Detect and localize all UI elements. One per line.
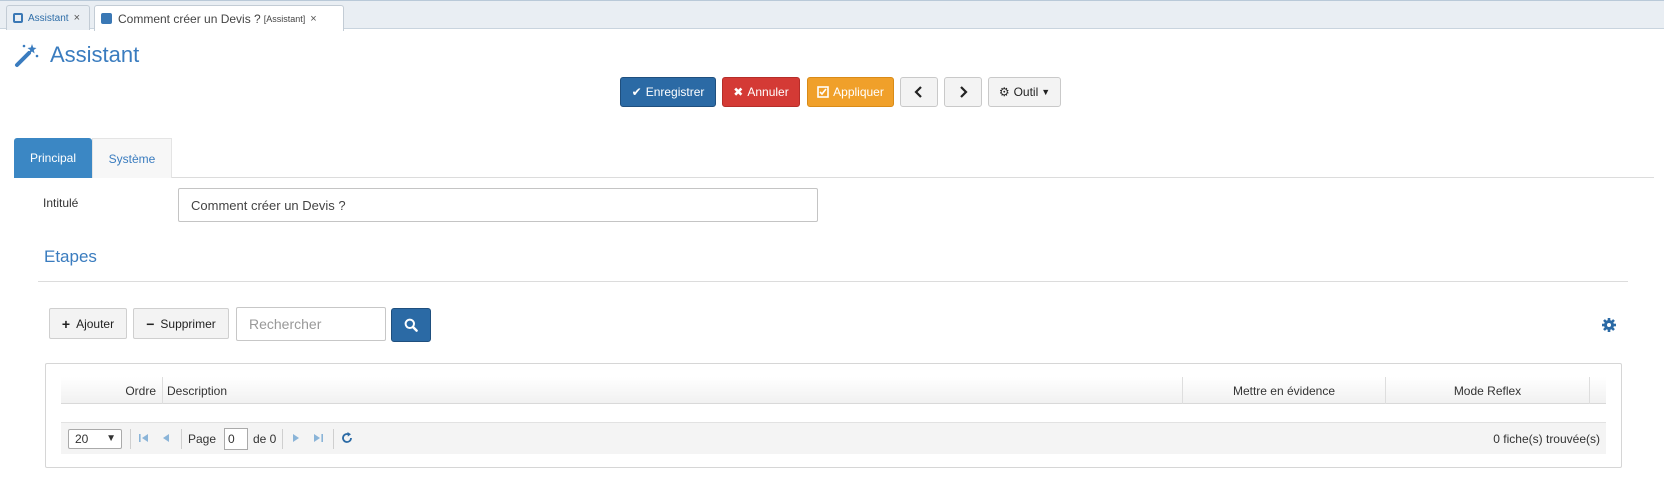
caret-down-icon: ▼ xyxy=(1041,87,1051,97)
chevron-down-icon: ▼ xyxy=(106,433,116,444)
search-icon xyxy=(404,318,418,332)
tool-label: Outil xyxy=(1013,85,1039,99)
tab-assistant-label: Assistant xyxy=(28,12,69,24)
steps-grid: Ordre Description Mettre en évidence Mod… xyxy=(45,363,1622,468)
content-tabs: Principal Système xyxy=(14,138,1654,178)
close-icon[interactable]: × xyxy=(74,12,80,24)
close-icon[interactable]: × xyxy=(310,13,316,25)
intitule-input[interactable]: Comment créer un Devis ? xyxy=(178,188,818,222)
intitule-label: Intitulé xyxy=(43,196,79,210)
page-size-value: 20 xyxy=(75,432,89,446)
tab-devis[interactable]: Comment créer un Devis ? [Assistant] × xyxy=(94,5,344,31)
form-icon xyxy=(13,13,23,23)
tab-devis-suffix: [Assistant] xyxy=(263,13,306,24)
plus-icon: + xyxy=(61,315,71,332)
add-label: Ajouter xyxy=(76,316,115,331)
tab-devis-label: Comment créer un Devis ? xyxy=(118,11,261,26)
save-label: Enregistrer xyxy=(645,85,705,99)
times-icon: ✖ xyxy=(733,85,744,99)
apply-button[interactable]: Appliquer xyxy=(807,77,894,107)
first-page-icon[interactable] xyxy=(137,431,151,445)
grid-settings-gear-icon[interactable] xyxy=(1601,317,1617,333)
pager-separator xyxy=(282,429,283,449)
next-button[interactable] xyxy=(944,77,982,107)
page-label: Page xyxy=(188,432,217,446)
previous-button[interactable] xyxy=(900,77,938,107)
cancel-button[interactable]: ✖ Annuler xyxy=(722,77,800,107)
search-input[interactable]: Rechercher xyxy=(236,307,386,341)
minus-icon: − xyxy=(146,315,155,332)
pager-separator xyxy=(181,429,182,449)
gear-icon xyxy=(1602,318,1616,332)
pager-separator xyxy=(130,429,131,449)
add-step-button[interactable]: + Ajouter xyxy=(49,308,127,339)
apply-icon xyxy=(817,86,829,98)
column-header-description[interactable]: Description xyxy=(163,377,1183,404)
cancel-label: Annuler xyxy=(747,85,789,99)
chevron-right-icon xyxy=(960,86,968,98)
check-icon: ✔ xyxy=(631,85,642,99)
delete-label: Supprimer xyxy=(160,316,216,331)
gear-icon: ⚙ xyxy=(998,85,1010,99)
previous-page-icon[interactable] xyxy=(159,431,173,445)
magic-wand-icon xyxy=(15,44,39,67)
pager-separator xyxy=(333,429,334,449)
search-button[interactable] xyxy=(391,308,431,342)
window-tab-strip: Assistant × Comment créer un Devis ? [As… xyxy=(0,0,1664,31)
grid-pager: 20 ▼ Page 0 de 0 0 fiche(s) trouvée(s) xyxy=(61,422,1606,454)
tool-dropdown-button[interactable]: ⚙ Outil ▼ xyxy=(988,77,1061,107)
column-header-highlight[interactable]: Mettre en évidence xyxy=(1183,377,1386,404)
save-button[interactable]: ✔ Enregistrer xyxy=(620,77,716,107)
page-title: Assistant xyxy=(14,42,139,68)
form-icon xyxy=(101,13,112,24)
page-of-label: de 0 xyxy=(253,432,277,446)
column-header-mode-reflex[interactable]: Mode Reflex xyxy=(1386,377,1590,404)
delete-step-button[interactable]: − Supprimer xyxy=(133,308,229,339)
grid-header: Ordre Description Mettre en évidence Mod… xyxy=(61,377,1606,404)
page-size-select[interactable]: 20 ▼ xyxy=(68,429,122,449)
chevron-left-icon xyxy=(914,86,922,98)
page-number-input[interactable]: 0 xyxy=(224,428,248,450)
refresh-icon[interactable] xyxy=(340,431,354,445)
page-title-text: Assistant xyxy=(50,42,140,67)
steps-section-title: Etapes xyxy=(44,247,97,266)
tab-systeme[interactable]: Système xyxy=(92,138,172,178)
tab-assistant[interactable]: Assistant × xyxy=(6,5,90,30)
column-header-ordre[interactable]: Ordre xyxy=(61,377,163,404)
next-page-icon[interactable] xyxy=(289,431,303,445)
last-page-icon[interactable] xyxy=(311,431,325,445)
record-count: 0 fiche(s) trouvée(s) xyxy=(1493,432,1600,446)
tab-principal[interactable]: Principal xyxy=(14,138,92,178)
section-divider xyxy=(38,281,1628,282)
apply-label: Appliquer xyxy=(833,85,884,99)
